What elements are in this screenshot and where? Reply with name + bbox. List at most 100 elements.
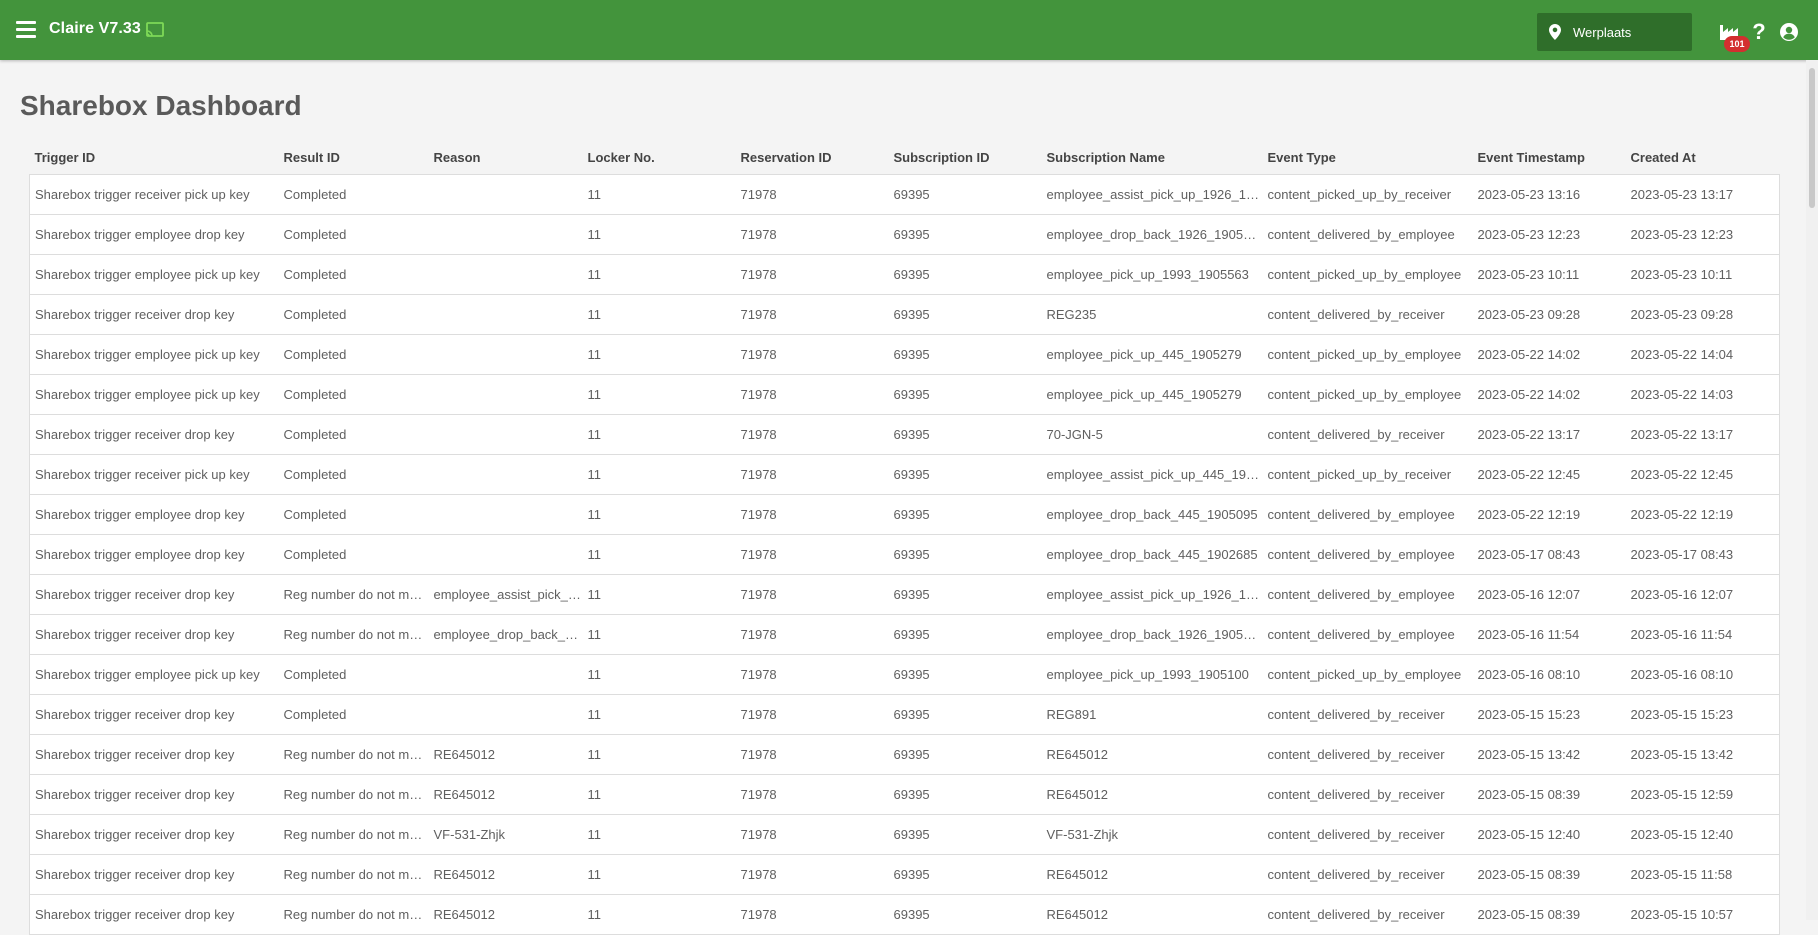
column-header-result-id[interactable]: Result ID xyxy=(278,140,429,175)
cell-reservation-id: 71978 xyxy=(735,814,889,855)
cell-event-type: content_delivered_by_employee xyxy=(1262,214,1473,255)
cell-subscription-id: 69395 xyxy=(888,214,1042,255)
scrollbar-thumb[interactable] xyxy=(1809,68,1815,208)
cell-subscription-id: 69395 xyxy=(888,294,1042,335)
cell-subscription-id: 69395 xyxy=(888,334,1042,375)
table-row[interactable]: Sharebox trigger receiver drop key Comple… xyxy=(29,294,1780,335)
cell-subscription-name: RE645012 xyxy=(1041,854,1263,895)
cell-result-id: Reg number do not mat... xyxy=(278,854,429,895)
vertical-scrollbar[interactable] xyxy=(1806,60,1818,920)
cell-trigger-id: Sharebox trigger receiver drop key xyxy=(29,814,279,855)
cell-reservation-id: 71978 xyxy=(735,654,889,695)
cell-reservation-id: 71978 xyxy=(735,534,889,575)
cell-reason xyxy=(428,694,583,735)
table-row[interactable]: Sharebox trigger employee drop key Comple… xyxy=(29,534,1780,575)
cell-locker-no: 11 xyxy=(582,254,736,295)
cell-locker-no: 11 xyxy=(582,414,736,455)
location-selector[interactable]: Werplaats xyxy=(1537,13,1692,51)
table-row[interactable]: Sharebox trigger employee pick up key Com… xyxy=(29,374,1780,415)
table-row[interactable]: Sharebox trigger receiver drop key Reg nu… xyxy=(29,734,1780,775)
cell-reservation-id: 71978 xyxy=(735,294,889,335)
cell-created-at: 2023-05-15 15:23 xyxy=(1625,694,1780,735)
table-row[interactable]: Sharebox trigger receiver drop key Reg nu… xyxy=(29,894,1780,935)
cell-subscription-name: employee_drop_back_445_1902685 xyxy=(1041,534,1263,575)
table-row[interactable]: Sharebox trigger receiver drop key Reg nu… xyxy=(29,814,1780,855)
column-header-created-at[interactable]: Created At xyxy=(1625,140,1780,175)
cell-reason: RE645012 xyxy=(428,854,583,895)
cell-locker-no: 11 xyxy=(582,654,736,695)
table-row[interactable]: Sharebox trigger receiver drop key Reg nu… xyxy=(29,614,1780,655)
cell-reservation-id: 71978 xyxy=(735,574,889,615)
cell-locker-no: 11 xyxy=(582,334,736,375)
table-row[interactable]: Sharebox trigger receiver drop key Reg nu… xyxy=(29,854,1780,895)
cell-event-type: content_delivered_by_employee xyxy=(1262,574,1473,615)
cell-created-at: 2023-05-23 12:23 xyxy=(1625,214,1780,255)
cell-subscription-id: 69395 xyxy=(888,574,1042,615)
cell-reason xyxy=(428,534,583,575)
cell-reservation-id: 71978 xyxy=(735,614,889,655)
cell-event-timestamp: 2023-05-15 13:42 xyxy=(1472,734,1626,775)
cell-reservation-id: 71978 xyxy=(735,854,889,895)
table-row[interactable]: Sharebox trigger employee pick up key Com… xyxy=(29,254,1780,295)
cell-subscription-name: employee_assist_pick_up_1926_190... xyxy=(1041,574,1263,615)
cell-result-id: Completed xyxy=(278,414,429,455)
cell-subscription-id: 69395 xyxy=(888,534,1042,575)
column-header-subscription-id[interactable]: Subscription ID xyxy=(888,140,1042,175)
cell-event-type: content_delivered_by_receiver xyxy=(1262,694,1473,735)
cell-created-at: 2023-05-15 10:57 xyxy=(1625,894,1780,935)
cell-subscription-id: 69395 xyxy=(888,414,1042,455)
cell-event-timestamp: 2023-05-22 13:17 xyxy=(1472,414,1626,455)
column-header-event-type[interactable]: Event Type xyxy=(1262,140,1473,175)
cell-locker-no: 11 xyxy=(582,454,736,495)
table-row[interactable]: Sharebox trigger employee drop key Comple… xyxy=(29,214,1780,255)
column-header-event-timestamp[interactable]: Event Timestamp xyxy=(1472,140,1626,175)
cell-event-type: content_picked_up_by_receiver xyxy=(1262,454,1473,495)
table-row[interactable]: Sharebox trigger receiver pick up key Com… xyxy=(29,174,1780,215)
cell-locker-no: 11 xyxy=(582,174,736,215)
column-header-trigger-id[interactable]: Trigger ID xyxy=(29,140,279,175)
column-header-reason[interactable]: Reason xyxy=(428,140,583,175)
cell-reservation-id: 71978 xyxy=(735,454,889,495)
cell-reservation-id: 71978 xyxy=(735,774,889,815)
cell-reason xyxy=(428,254,583,295)
cell-event-timestamp: 2023-05-23 10:11 xyxy=(1472,254,1626,295)
help-button[interactable]: ? xyxy=(1744,18,1774,46)
cell-subscription-id: 69395 xyxy=(888,174,1042,215)
table-row[interactable]: Sharebox trigger employee pick up key Com… xyxy=(29,334,1780,375)
header-actions: 101 ? xyxy=(1714,18,1804,52)
table-row[interactable]: Sharebox trigger employee pick up key Com… xyxy=(29,654,1780,695)
table-row[interactable]: Sharebox trigger receiver drop key Reg nu… xyxy=(29,774,1780,815)
hamburger-menu-icon[interactable] xyxy=(16,21,36,39)
cell-reservation-id: 71978 xyxy=(735,734,889,775)
cell-reason xyxy=(428,214,583,255)
cell-result-id: Reg number do not mat... xyxy=(278,614,429,655)
cell-subscription-id: 69395 xyxy=(888,454,1042,495)
cell-result-id: Reg number do not mat... xyxy=(278,734,429,775)
cell-reason xyxy=(428,374,583,415)
cell-trigger-id: Sharebox trigger receiver drop key xyxy=(29,294,279,335)
column-header-reservation-id[interactable]: Reservation ID xyxy=(735,140,889,175)
cell-reservation-id: 71978 xyxy=(735,694,889,735)
table-row[interactable]: Sharebox trigger receiver drop key Reg nu… xyxy=(29,574,1780,615)
cell-result-id: Reg number do not mat... xyxy=(278,894,429,935)
cell-reason xyxy=(428,334,583,375)
notifications-button[interactable]: 101 xyxy=(1714,18,1750,52)
cast-icon[interactable] xyxy=(146,22,164,43)
table-row[interactable]: Sharebox trigger receiver drop key Comple… xyxy=(29,414,1780,455)
table-row[interactable]: Sharebox trigger employee drop key Comple… xyxy=(29,494,1780,535)
cell-trigger-id: Sharebox trigger employee pick up key xyxy=(29,334,279,375)
cell-created-at: 2023-05-16 11:54 xyxy=(1625,614,1780,655)
cell-event-timestamp: 2023-05-23 09:28 xyxy=(1472,294,1626,335)
table-row[interactable]: Sharebox trigger receiver drop key Comple… xyxy=(29,694,1780,735)
cell-created-at: 2023-05-15 12:59 xyxy=(1625,774,1780,815)
cell-reservation-id: 71978 xyxy=(735,254,889,295)
cell-trigger-id: Sharebox trigger employee pick up key xyxy=(29,374,279,415)
account-button[interactable] xyxy=(1774,18,1804,46)
cell-result-id: Completed xyxy=(278,494,429,535)
cell-created-at: 2023-05-17 08:43 xyxy=(1625,534,1780,575)
column-header-locker-no[interactable]: Locker No. xyxy=(582,140,736,175)
cell-event-type: content_delivered_by_employee xyxy=(1262,494,1473,535)
table-row[interactable]: Sharebox trigger receiver pick up key Com… xyxy=(29,454,1780,495)
column-header-subscription-name[interactable]: Subscription Name xyxy=(1041,140,1263,175)
cell-subscription-id: 69395 xyxy=(888,814,1042,855)
